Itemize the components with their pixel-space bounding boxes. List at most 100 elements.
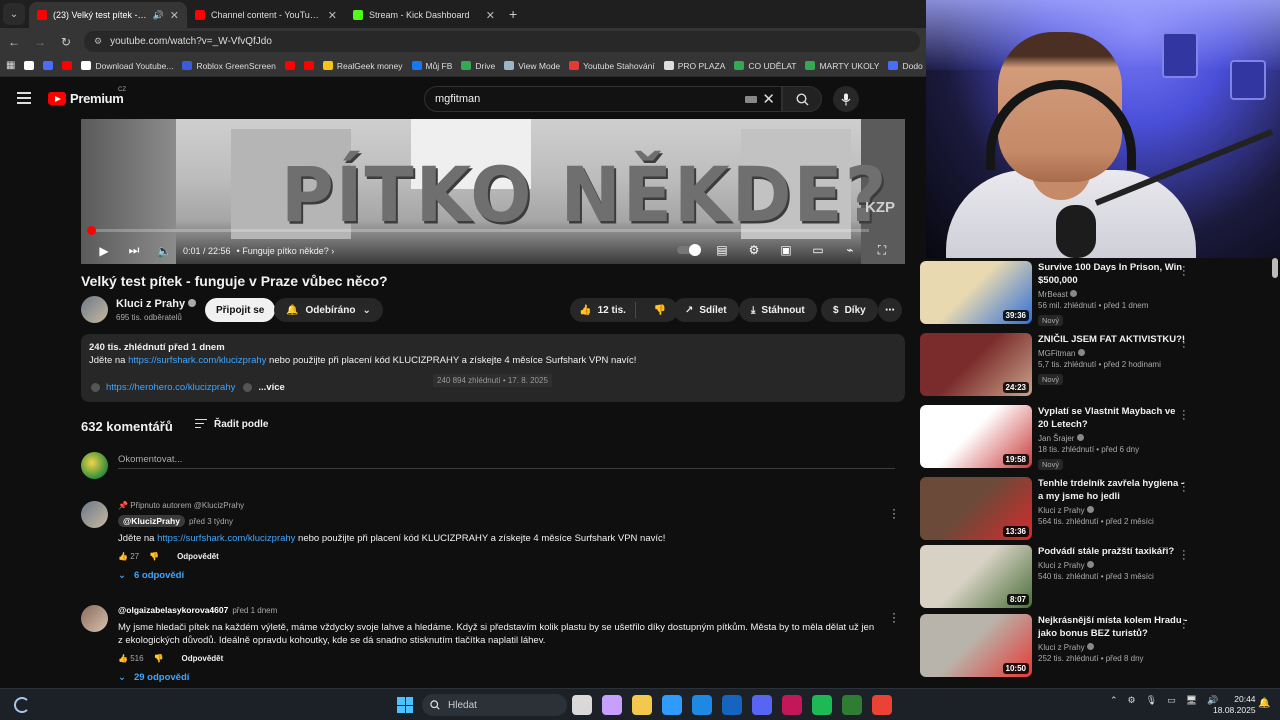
taskbar-app-icon[interactable] <box>572 695 592 715</box>
comment-link[interactable]: https://surfshark.com/klucizprahy <box>157 533 295 544</box>
tab-youtube-video[interactable]: (23) Velký test pítek - fungu 🔊 ✕ <box>29 2 187 28</box>
video-thumbnail[interactable]: 19:58 <box>920 405 1032 468</box>
description-box[interactable]: 240 tis. zhlédnutí před 1 dnem Jděte na … <box>81 334 905 402</box>
bookmark-item[interactable]: Můj FB <box>411 61 452 71</box>
view-replies-button[interactable]: ⌄ 6 odpovědí <box>118 570 878 581</box>
video-menu-icon[interactable]: · · · <box>1182 615 1186 634</box>
subscribed-button[interactable]: 🔔 Odebíráno ⌄ <box>274 298 383 322</box>
sidebar-scrollbar[interactable] <box>1272 258 1278 278</box>
bookmark-item[interactable] <box>303 61 314 70</box>
progress-bar[interactable] <box>87 226 869 235</box>
taskbar-app-icon[interactable] <box>662 695 682 715</box>
video-menu-icon[interactable]: · · · <box>1182 406 1186 425</box>
reply-button[interactable]: Odpovědět <box>177 552 219 561</box>
tab-kick-dashboard[interactable]: Stream - Kick Dashboard ✕ <box>345 2 503 28</box>
taskbar-app-icon[interactable] <box>722 695 742 715</box>
speaker-icon[interactable]: 🔊 <box>153 10 164 21</box>
download-button[interactable]: ⤓ Stáhnout <box>739 298 817 322</box>
more-actions-button[interactable]: ⋯ <box>878 298 902 322</box>
comment-like-button[interactable]: 👍 27 <box>118 552 139 561</box>
search-input[interactable]: mgfitman ✕ <box>424 86 782 112</box>
bookmark-item[interactable]: CO UDĚLAT <box>734 61 796 71</box>
taskbar-app-icon[interactable] <box>842 695 862 715</box>
site-info-icon[interactable]: ⚙ <box>94 36 102 47</box>
search-button[interactable] <box>782 86 822 112</box>
herohero-link[interactable]: https://herohero.co/klucizprahy <box>106 382 235 393</box>
bookmark-item[interactable]: Roblox GreenScreen <box>182 61 276 71</box>
video-menu-icon[interactable]: · · · <box>1182 334 1186 353</box>
notification-bell-icon[interactable]: 🔔 <box>1258 698 1270 709</box>
taskbar-app-icon[interactable] <box>692 695 712 715</box>
comment-author[interactable]: @KlucizPrahy <box>118 515 185 527</box>
recommended-title[interactable]: Vyplatí se Vlastnit Maybach ve 20 Letech… <box>1038 405 1188 431</box>
video-thumbnail[interactable]: 24:23 <box>920 333 1032 396</box>
menu-icon[interactable] <box>17 92 31 107</box>
bookmark-item[interactable] <box>284 61 295 70</box>
progress-scrubber[interactable] <box>87 226 96 235</box>
comment-menu-icon[interactable]: · · · <box>891 607 897 627</box>
reload-icon[interactable]: ↻ <box>58 35 74 49</box>
show-more-link[interactable]: ...více <box>258 382 284 393</box>
bookmark-item[interactable]: RealGeek money <box>322 61 403 71</box>
join-button[interactable]: Připojit se <box>205 298 276 322</box>
recommended-title[interactable]: Survive 100 Days In Prison, Win $500,000 <box>1038 261 1188 287</box>
comment-author[interactable]: @olgaizabelasykorova4607 <box>118 605 228 615</box>
recommended-title[interactable]: Nejkrásnější místa kolem Hradu - jako bo… <box>1038 614 1188 640</box>
like-button[interactable]: 👍 12 tis. <box>570 302 637 318</box>
forward-arrow-icon[interactable]: → <box>32 35 48 49</box>
close-tab-icon[interactable]: ✕ <box>170 9 179 22</box>
bookmark-item[interactable]: Youtube Stahování <box>569 61 655 71</box>
tray-app-icon[interactable]: ⚙ <box>1128 695 1136 706</box>
bookmark-item[interactable] <box>24 61 35 70</box>
taskbar-app-icon[interactable] <box>602 695 622 715</box>
windows-start-icon[interactable] <box>397 697 413 713</box>
comment-like-button[interactable]: 👍 516 <box>118 654 144 663</box>
bookmark-item[interactable] <box>62 61 73 70</box>
comment-menu-icon[interactable]: · · · <box>891 503 897 523</box>
recommended-video[interactable]: 24:23 ZNIČIL JSEM FAT AKTIVISTKU?! MGFitma… <box>920 333 1270 397</box>
video-menu-icon[interactable]: · · · <box>1182 478 1186 497</box>
taskbar-app-icon[interactable] <box>872 695 892 715</box>
bookmark-item[interactable]: Download Youtube... <box>81 61 173 71</box>
microphone-icon[interactable]: 🎙 <box>1146 695 1157 706</box>
url-field[interactable]: ⚙ youtube.com/watch?v=_W-VfvQfJdo <box>84 31 920 52</box>
video-thumbnail[interactable]: 10:50 <box>920 614 1032 677</box>
taskbar-app-icon[interactable] <box>632 695 652 715</box>
apps-grid-icon[interactable]: ▦ <box>6 60 15 71</box>
taskbar-app-icon[interactable] <box>752 695 772 715</box>
new-tab-button[interactable]: + <box>509 6 517 22</box>
comment-avatar[interactable] <box>81 605 108 632</box>
recommended-title[interactable]: ZNIČIL JSEM FAT AKTIVISTKU?! <box>1038 333 1188 346</box>
taskbar-clock[interactable]: 20:44 18.08.2025 <box>1213 694 1256 716</box>
comment-dislike-button[interactable]: 👎 <box>154 654 164 663</box>
reply-button[interactable]: Odpovědět <box>182 654 224 663</box>
widgets-icon[interactable] <box>14 697 30 713</box>
bookmark-item[interactable]: Dodo <box>888 61 923 71</box>
keyboard-icon[interactable] <box>745 96 757 103</box>
thanks-button[interactable]: $ Díky <box>821 298 878 322</box>
subtitles-icon[interactable]: ▤ <box>713 241 731 259</box>
comment-avatar[interactable] <box>81 501 108 528</box>
tab-youtube-studio[interactable]: Channel content - YouTube Stu ✕ <box>187 2 345 28</box>
theater-mode-icon[interactable]: ▭ <box>809 241 827 259</box>
bookmark-item[interactable]: PRO PLAZA <box>663 61 725 71</box>
fullscreen-icon[interactable]: ⛶ <box>873 241 891 259</box>
recommended-channel[interactable]: Kluci z Prahy <box>1038 643 1188 652</box>
chapter-label[interactable]: • Funguje pítko někde? › <box>237 246 335 256</box>
youtube-logo[interactable]: Premium CZ <box>48 87 126 106</box>
recommended-title[interactable]: Tenhle trdelník zavřela hygiena - a my j… <box>1038 477 1188 503</box>
voice-search-button[interactable] <box>833 86 859 112</box>
autoplay-toggle[interactable] <box>677 244 701 256</box>
video-menu-icon[interactable]: · · · <box>1182 262 1186 281</box>
channel-avatar[interactable] <box>81 296 108 323</box>
recommended-channel[interactable]: Kluci z Prahy <box>1038 506 1188 515</box>
close-tab-icon[interactable]: ✕ <box>328 9 337 22</box>
taskbar-search[interactable]: Hledat <box>422 694 567 716</box>
clear-search-icon[interactable]: ✕ <box>762 90 775 108</box>
view-replies-button[interactable]: ⌄ 29 odpovědí <box>118 672 878 683</box>
bookmark-item[interactable]: View Mode <box>504 61 560 71</box>
recommended-video[interactable]: 13:36 Tenhle trdelník zavřela hygiena - a… <box>920 477 1270 541</box>
bookmark-item[interactable] <box>43 61 54 70</box>
display-icon[interactable]: ▭ <box>1167 695 1176 706</box>
recommended-video[interactable]: 39:36 Survive 100 Days In Prison, Win $50… <box>920 261 1270 326</box>
